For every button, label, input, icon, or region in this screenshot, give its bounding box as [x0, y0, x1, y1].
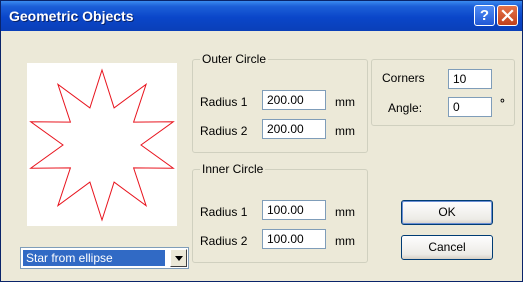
close-icon [501, 9, 514, 22]
outer-circle-group: Outer Circle Radius 1 200.00 mm Radius 2… [192, 52, 368, 153]
outer-radius2-input[interactable]: 200.00 [262, 119, 326, 139]
chevron-down-icon[interactable] [170, 249, 187, 267]
angle-input[interactable]: 0 [448, 97, 492, 117]
angle-unit: ° [500, 96, 505, 110]
angle-label: Angle: [388, 101, 423, 115]
outer-radius1-unit: mm [335, 95, 355, 109]
inner-circle-group: Inner Circle Radius 1 100.00 mm Radius 2… [192, 162, 368, 263]
shape-type-selected: Star from ellipse [23, 250, 165, 266]
corners-label: Corners [382, 71, 425, 85]
outer-radius1-label: Radius 1 [200, 95, 248, 109]
cancel-button[interactable]: Cancel [401, 235, 493, 260]
outer-circle-title: Outer Circle [200, 52, 269, 66]
dialog-title: Geometric Objects [9, 8, 134, 24]
outer-radius2-label: Radius 2 [200, 124, 248, 138]
inner-radius2-unit: mm [335, 234, 355, 248]
corners-input[interactable]: 10 [448, 69, 492, 89]
ok-button[interactable]: OK [401, 200, 493, 225]
help-icon: ? [479, 7, 490, 24]
inner-radius1-unit: mm [335, 205, 355, 219]
outer-radius2-unit: mm [335, 124, 355, 138]
inner-radius2-input[interactable]: 100.00 [262, 229, 326, 249]
inner-radius1-label: Radius 1 [200, 205, 248, 219]
shape-preview [27, 63, 177, 226]
inner-radius2-label: Radius 2 [200, 234, 248, 248]
outer-radius1-input[interactable]: 200.00 [262, 90, 326, 110]
inner-radius1-input[interactable]: 100.00 [262, 200, 326, 220]
geometric-objects-dialog: Geometric Objects ? Star from ellipse Ou… [0, 0, 523, 282]
star-shape [29, 68, 175, 222]
inner-circle-title: Inner Circle [200, 162, 266, 176]
polygon-settings-group: Corners 10 Angle: 0 ° [371, 59, 515, 126]
title-bar[interactable]: Geometric Objects ? [1, 1, 522, 31]
close-button[interactable] [497, 5, 518, 26]
shape-type-select[interactable]: Star from ellipse [20, 247, 189, 269]
help-button[interactable]: ? [474, 5, 495, 26]
